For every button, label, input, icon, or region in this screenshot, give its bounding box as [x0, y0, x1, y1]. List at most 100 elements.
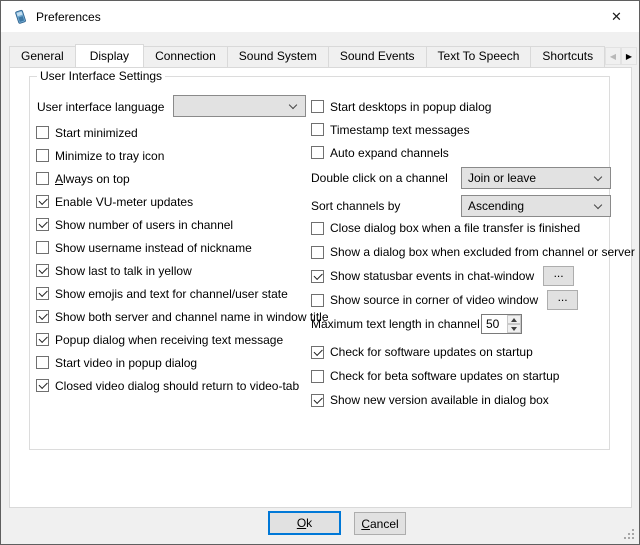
- checkbox[interactable]: [36, 218, 49, 231]
- checkbox-row[interactable]: Show emojis and text for channel/user st…: [36, 282, 329, 305]
- checkbox[interactable]: [36, 287, 49, 300]
- checkbox-row[interactable]: Minimize to tray icon: [36, 144, 329, 167]
- checkbox-label: Check for beta software updates on start…: [330, 369, 559, 383]
- checkbox[interactable]: [311, 346, 324, 359]
- checkbox[interactable]: [36, 172, 49, 185]
- checkbox[interactable]: [311, 294, 324, 307]
- checkbox-row[interactable]: Closed video dialog should return to vid…: [36, 374, 329, 397]
- tab-scroll-buttons: ◀ ▶: [605, 47, 637, 65]
- checkbox-row[interactable]: Always on top: [36, 167, 329, 190]
- chevron-down-icon: [594, 173, 602, 181]
- checkbox-label: Enable VU-meter updates: [55, 195, 193, 209]
- checkbox-row[interactable]: Show new version available in dialog box: [311, 388, 559, 412]
- cancel-button[interactable]: Cancel: [354, 512, 406, 535]
- tab[interactable]: Connection: [143, 46, 228, 67]
- display-tab-page: User Interface Settings User interface l…: [9, 67, 632, 508]
- tab[interactable]: Text To Speech: [426, 46, 532, 67]
- checkbox-row[interactable]: Start video in popup dialog: [36, 351, 329, 374]
- ok-button-label: Ok: [297, 516, 312, 530]
- checkbox-row[interactable]: Popup dialog when receiving text message: [36, 328, 329, 351]
- arrow-down-icon: [511, 327, 517, 331]
- checkbox-row[interactable]: Show last to talk in yellow: [36, 259, 329, 282]
- checkbox[interactable]: [36, 310, 49, 323]
- sort-channels-select[interactable]: Ascending: [461, 195, 611, 217]
- checkbox[interactable]: [36, 356, 49, 369]
- checkbox[interactable]: [36, 149, 49, 162]
- spinner-down-button[interactable]: [507, 324, 521, 333]
- checkbox-row[interactable]: Show source in corner of video window ..…: [311, 288, 578, 312]
- checkbox-label: Show username instead of nickname: [55, 241, 252, 255]
- checkbox-label: Always on top: [55, 172, 130, 186]
- checkbox-row[interactable]: Show username instead of nickname: [36, 236, 329, 259]
- language-select[interactable]: [173, 95, 306, 117]
- double-click-label: Double click on a channel: [311, 167, 448, 189]
- checkbox-row[interactable]: Show a dialog box when excluded from cha…: [311, 240, 635, 264]
- checkbox-row[interactable]: Auto expand channels: [311, 141, 491, 164]
- tab[interactable]: Display: [75, 44, 144, 67]
- checkbox[interactable]: [311, 246, 324, 259]
- checkbox-label: Show both server and channel name in win…: [55, 310, 329, 324]
- max-text-spinner[interactable]: 50: [481, 314, 522, 334]
- group-box-title: User Interface Settings: [37, 69, 165, 83]
- checkbox-row[interactable]: Check for beta software updates on start…: [311, 364, 559, 388]
- checkbox[interactable]: [36, 379, 49, 392]
- tab[interactable]: Sound System: [227, 46, 329, 67]
- checkbox-row[interactable]: Show number of users in channel: [36, 213, 329, 236]
- checkbox[interactable]: [36, 241, 49, 254]
- checkbox-row[interactable]: Start minimized: [36, 121, 329, 144]
- checkbox[interactable]: [311, 222, 324, 235]
- checkbox[interactable]: [311, 270, 324, 283]
- tab[interactable]: General: [9, 46, 76, 67]
- tab-scroll-right-icon[interactable]: ▶: [621, 47, 637, 65]
- checkbox-label: Start minimized: [55, 126, 138, 140]
- right-button-checkbox-list: Show statusbar events in chat-window ...…: [311, 264, 578, 312]
- ellipsis-button[interactable]: ...: [547, 290, 578, 310]
- tab-label: Display: [90, 49, 129, 63]
- checkbox-row[interactable]: Show both server and channel name in win…: [36, 305, 329, 328]
- checkbox-row[interactable]: Timestamp text messages: [311, 118, 491, 141]
- tab-label: Connection: [155, 49, 216, 63]
- checkbox-label: Start video in popup dialog: [55, 356, 197, 370]
- checkbox[interactable]: [36, 333, 49, 346]
- tab-strip: General Display Connection Sound System …: [9, 43, 637, 67]
- checkbox-label: Minimize to tray icon: [55, 149, 164, 163]
- ellipsis-button[interactable]: ...: [543, 266, 574, 286]
- checkbox[interactable]: [311, 100, 324, 113]
- checkbox[interactable]: [36, 264, 49, 277]
- checkbox-label: Auto expand channels: [330, 146, 449, 160]
- double-click-select-value: Join or leave: [468, 171, 536, 185]
- checkbox-row[interactable]: Show statusbar events in chat-window ...: [311, 264, 578, 288]
- checkbox[interactable]: [311, 394, 324, 407]
- tab[interactable]: Shortcuts: [530, 46, 605, 67]
- tab-label: Shortcuts: [542, 49, 593, 63]
- double-click-select[interactable]: Join or leave: [461, 167, 611, 189]
- resize-grip[interactable]: [624, 529, 635, 540]
- tab[interactable]: Sound Events: [328, 46, 427, 67]
- close-icon[interactable]: ✕: [594, 1, 639, 32]
- app-icon: [12, 9, 28, 25]
- spinner-up-button[interactable]: [507, 315, 521, 324]
- checkbox[interactable]: [311, 370, 324, 383]
- checkbox-label: Show new version available in dialog box: [330, 393, 549, 407]
- language-label: User interface language: [37, 96, 164, 118]
- checkbox-row[interactable]: Enable VU-meter updates: [36, 190, 329, 213]
- cancel-button-label: Cancel: [361, 517, 398, 531]
- ok-button[interactable]: Ok: [268, 511, 341, 535]
- checkbox[interactable]: [311, 146, 324, 159]
- checkbox-label: Popup dialog when receiving text message: [55, 333, 283, 347]
- titlebar: Preferences ✕: [1, 1, 639, 32]
- checkbox[interactable]: [36, 126, 49, 139]
- sort-channels-label: Sort channels by: [311, 195, 400, 217]
- checkbox[interactable]: [311, 123, 324, 136]
- spinner-arrows: [507, 315, 521, 333]
- checkbox-label: Show source in corner of video window: [330, 293, 538, 307]
- checkbox[interactable]: [36, 195, 49, 208]
- checkbox-row[interactable]: Start desktops in popup dialog: [311, 95, 491, 118]
- tab-bar: General Display Connection Sound System …: [9, 43, 605, 67]
- tab-label: General: [21, 49, 64, 63]
- spinner-value: 50: [482, 315, 507, 333]
- checkbox-row[interactable]: Check for software updates on startup: [311, 340, 559, 364]
- checkbox-row[interactable]: Close dialog box when a file transfer is…: [311, 216, 635, 240]
- tab-label: Sound Events: [340, 49, 415, 63]
- tab-scroll-left-icon[interactable]: ◀: [605, 47, 621, 65]
